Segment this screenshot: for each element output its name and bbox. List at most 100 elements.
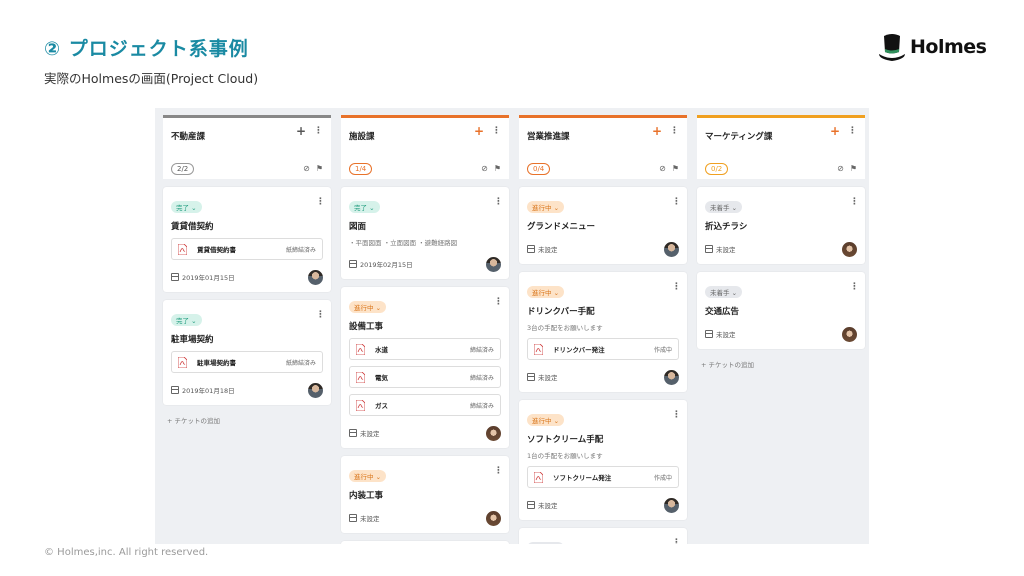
calendar-icon xyxy=(171,273,179,281)
calendar-icon xyxy=(349,514,357,522)
more-icon[interactable]: ⋮ xyxy=(316,310,325,320)
avatar[interactable] xyxy=(486,510,501,526)
calendar-icon xyxy=(527,373,535,381)
status-badge[interactable]: 進行中 ⌄ xyxy=(527,414,565,426)
ticket-card[interactable]: 進行中 ⌄ ⋮ ドリンクバー手配 3台の手配をお願いします ドリンクバー発注 作成中… xyxy=(519,272,687,392)
more-icon[interactable]: ⋮ xyxy=(672,538,681,544)
due-date: 2019年01月15日 xyxy=(171,272,235,282)
document-row[interactable]: ドリンクバー発注 作成中 xyxy=(527,338,679,360)
document-row[interactable]: 駐車場契約書 紙締結済み xyxy=(171,351,323,373)
document-row[interactable]: 電気 締結済み xyxy=(349,366,501,388)
check-circle-icon[interactable]: ⊘ xyxy=(837,164,844,173)
due-date-text: 2019年01月18日 xyxy=(182,387,235,395)
ticket-card[interactable]: 完了 ⌄ ⋮ 賃貸借契約 賃貸借契約書 紙締結済み 2019年01月15日 xyxy=(163,187,331,292)
due-date-text: 未設定 xyxy=(716,246,736,254)
ticket-card[interactable]: 進行中 ⌄ ⋮ グランドメニュー 未設定 xyxy=(519,187,687,264)
ticket-card[interactable]: 完了 ⌄ ⋮ 駐車場契約 駐車場契約書 紙締結済み 2019年01月18日 xyxy=(163,300,331,405)
ticket-card[interactable]: 未着手 ⌄ ⋮ 折込チラシ 未設定 xyxy=(697,187,865,264)
flag-icon[interactable]: ⚑ xyxy=(316,164,323,173)
flag-icon[interactable]: ⚑ xyxy=(850,164,857,173)
status-badge[interactable]: 完了 ⌄ xyxy=(349,201,380,213)
ticket-card[interactable]: 進行中 ⌄ ⋮ 内装工事 未設定 xyxy=(341,456,509,533)
more-icon[interactable]: ⋮ xyxy=(492,126,501,136)
avatar[interactable] xyxy=(308,382,323,398)
ticket-footer: 2019年01月18日 xyxy=(171,381,323,399)
document-row[interactable]: ソフトクリーム発注 作成中 xyxy=(527,466,679,488)
avatar[interactable] xyxy=(664,369,679,385)
status-badge[interactable]: 完了 ⌄ xyxy=(171,314,202,326)
flag-icon[interactable]: ⚑ xyxy=(672,164,679,173)
document-status: 締結済み xyxy=(469,374,494,382)
status-badge[interactable]: 未着手 ⌄ xyxy=(705,286,743,298)
more-icon[interactable]: ⋮ xyxy=(316,197,325,207)
more-icon[interactable]: ⋮ xyxy=(672,282,681,292)
column: 施設課 + ⋮ 1/4 ⊘ ⚑ 完了 ⌄ ⋮ 図面 ・平面図面 ・立面図面 ・避難経… xyxy=(341,115,509,544)
more-icon[interactable]: ⋮ xyxy=(672,197,681,207)
document-status: 作成中 xyxy=(653,346,672,354)
ticket-footer: 未設定 xyxy=(527,368,679,386)
ticket-card[interactable]: 進行中 ⌄ ⋮ ソフトクリーム手配 1台の手配をお願いします ソフトクリーム発注 作… xyxy=(519,400,687,520)
add-icon[interactable]: + xyxy=(830,125,840,137)
add-ticket-link[interactable]: + チケットの追加 xyxy=(697,359,865,369)
due-date-text: 未設定 xyxy=(716,331,736,339)
status-badge[interactable]: 進行中 ⌄ xyxy=(527,286,565,298)
more-icon[interactable]: ⋮ xyxy=(494,466,503,476)
more-icon[interactable]: ⋮ xyxy=(848,126,857,136)
more-icon[interactable]: ⋮ xyxy=(314,126,323,136)
pdf-icon xyxy=(534,471,543,483)
ticket-title: 折込チラシ xyxy=(705,222,748,232)
ticket-title: 内装工事 xyxy=(349,491,384,501)
avatar[interactable] xyxy=(842,326,857,342)
status-badge[interactable]: 進行中 ⌄ xyxy=(349,470,387,482)
header-icons: ⊘ ⚑ xyxy=(837,164,857,173)
more-icon[interactable]: ⋮ xyxy=(494,197,503,207)
add-icon[interactable]: + xyxy=(474,125,484,137)
pdf-icon xyxy=(356,399,365,411)
column-actions: + ⋮ xyxy=(830,125,857,137)
ticket-note: ・平面図面 ・立面図面 ・避難経路図 xyxy=(349,239,458,247)
document-name: ガス xyxy=(375,402,388,410)
avatar[interactable] xyxy=(842,241,857,257)
check-circle-icon[interactable]: ⊘ xyxy=(303,164,310,173)
document-row[interactable]: ガス 締結済み xyxy=(349,394,501,416)
avatar[interactable] xyxy=(664,497,679,513)
document-row[interactable]: 水道 締結済み xyxy=(349,338,501,360)
header-icons: ⊘ ⚑ xyxy=(303,164,323,173)
add-icon[interactable]: + xyxy=(296,125,306,137)
more-icon[interactable]: ⋮ xyxy=(494,297,503,307)
status-badge[interactable]: 進行中 ⌄ xyxy=(349,301,387,313)
ticket-card[interactable]: 未着手 ⌄ ⋮POSレジ設定 xyxy=(519,528,687,544)
ticket-footer: 未設定 xyxy=(349,424,501,442)
more-icon[interactable]: ⋮ xyxy=(672,410,681,420)
check-circle-icon[interactable]: ⊘ xyxy=(659,164,666,173)
document-row[interactable]: 賃貸借契約書 紙締結済み xyxy=(171,238,323,260)
ticket-footer: 2019年02月15日 xyxy=(349,255,501,273)
more-icon[interactable]: ⋮ xyxy=(850,197,859,207)
logo-text: Holmes xyxy=(910,36,987,58)
check-circle-icon[interactable]: ⊘ xyxy=(481,164,488,173)
status-badge[interactable]: 未着手 ⌄ xyxy=(527,542,565,544)
page-title: ② プロジェクト系事例 xyxy=(44,38,249,60)
more-icon[interactable]: ⋮ xyxy=(850,282,859,292)
status-badge[interactable]: 完了 ⌄ xyxy=(171,201,202,213)
document-name: ソフトクリーム発注 xyxy=(553,474,612,482)
ticket-title: グランドメニュー xyxy=(527,222,596,232)
ticket-card[interactable]: 進行中 ⌄ ⋮ 設備工事 水道 締結済み 電気 締結済み ガス 締結済み 未設定 xyxy=(341,287,509,448)
pdf-icon xyxy=(534,343,543,355)
more-icon[interactable]: ⋮ xyxy=(670,126,679,136)
ticket-note: 1台の手配をお願いします xyxy=(527,452,603,460)
avatar[interactable] xyxy=(664,241,679,257)
avatar[interactable] xyxy=(486,425,501,441)
ticket-card[interactable]: 完了 ⌄ ⋮ 図面・平面図面 ・立面図面 ・避難経路図 2019年02月15日 xyxy=(341,187,509,279)
ticket-title: 図面 xyxy=(349,222,367,232)
add-icon[interactable]: + xyxy=(652,125,662,137)
status-badge[interactable]: 進行中 ⌄ xyxy=(527,201,565,213)
avatar[interactable] xyxy=(486,256,501,272)
calendar-icon xyxy=(349,429,357,437)
ticket-card[interactable]: 未着手 ⌄ ⋮ 交通広告 未設定 xyxy=(697,272,865,349)
avatar[interactable] xyxy=(308,269,323,285)
ticket-card[interactable]: 未着手 ⌄ ⋮ xyxy=(341,541,509,544)
add-ticket-link[interactable]: + チケットの追加 xyxy=(163,415,331,425)
status-badge[interactable]: 未着手 ⌄ xyxy=(705,201,743,213)
flag-icon[interactable]: ⚑ xyxy=(494,164,501,173)
